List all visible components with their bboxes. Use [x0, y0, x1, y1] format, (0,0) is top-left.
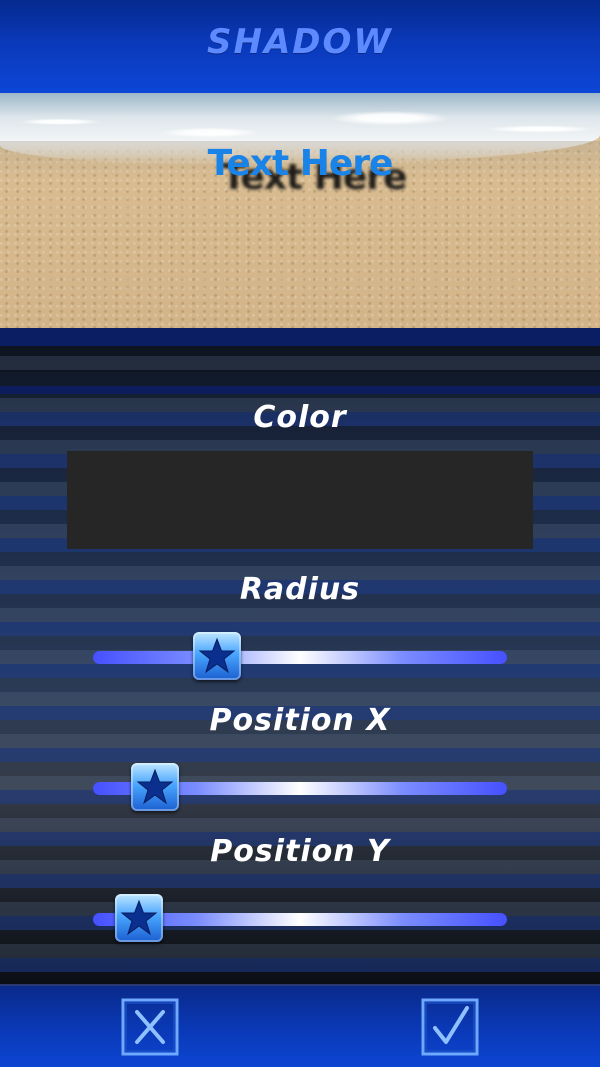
page-title: SHADOW: [207, 22, 393, 62]
position-y-slider-thumb[interactable]: [114, 894, 163, 942]
position-y-label: Position Y: [210, 834, 390, 869]
confirm-button[interactable]: [421, 998, 479, 1056]
radius-slider-track[interactable]: [93, 651, 507, 664]
position-x-slider-thumb[interactable]: [131, 763, 180, 811]
radius-slider[interactable]: [93, 632, 507, 680]
cancel-button[interactable]: [121, 998, 179, 1056]
close-icon: [121, 998, 179, 1056]
color-swatch[interactable]: [67, 451, 533, 549]
position-x-slider[interactable]: [93, 763, 507, 811]
radius-slider-thumb[interactable]: [193, 632, 242, 680]
position-x-label: Position X: [209, 703, 391, 738]
preview-area: Text Here: [0, 93, 600, 328]
shadow-editor-screen: SHADOW Text Here Color Radius Position X: [0, 0, 600, 1067]
star-icon: [198, 637, 236, 674]
star-icon: [120, 899, 157, 936]
header-bar: SHADOW: [0, 0, 600, 93]
preview-text[interactable]: Text Here: [0, 143, 600, 184]
star-icon: [136, 768, 174, 805]
radius-label: Radius: [239, 572, 361, 607]
checkmark-icon: [421, 998, 479, 1056]
settings-panel: Color Radius Position X Position Y: [0, 328, 600, 984]
position-y-slider[interactable]: [93, 894, 507, 942]
color-label: Color: [253, 400, 347, 435]
footer-bar: [0, 984, 600, 1067]
